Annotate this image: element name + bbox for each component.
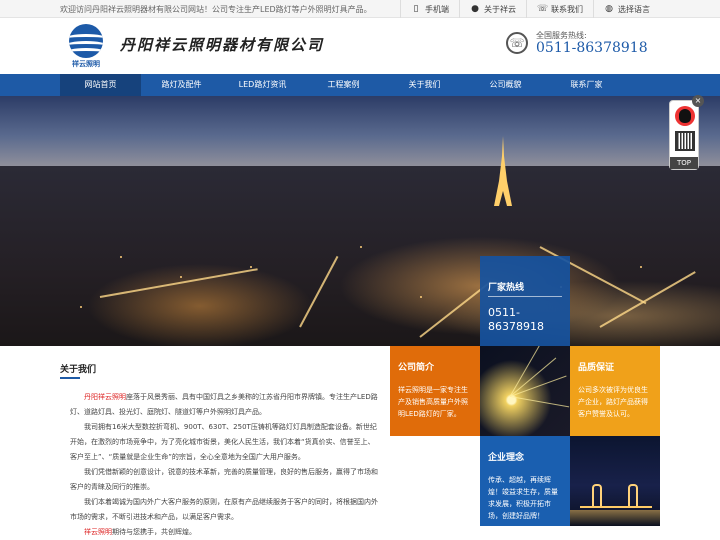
tile-title: 品质保证 bbox=[578, 363, 615, 373]
qq-chat-icon[interactable] bbox=[675, 106, 695, 126]
hotline-box-title: 厂家热线 bbox=[488, 283, 525, 293]
back-to-top-button[interactable]: TOP bbox=[670, 157, 698, 169]
bridge-icon bbox=[580, 482, 652, 508]
about-title: 关于我们 bbox=[60, 365, 97, 375]
about-paragraph: 我们凭借新颖的创意设计，锐意的技术革新，完善的质量管理，良好的售后服务，赢得了市… bbox=[70, 468, 378, 491]
top-link-label: 手机端 bbox=[425, 4, 449, 14]
phone-icon: ☏ bbox=[506, 32, 528, 54]
nav-item-about[interactable]: 关于我们 bbox=[384, 74, 465, 96]
nav-item-street-lights[interactable]: 路灯及配件 bbox=[141, 74, 222, 96]
top-link-contact[interactable]: ☏ 联系我们 bbox=[526, 0, 593, 18]
tile-spotlight-photo bbox=[480, 346, 570, 436]
globe-icon: ◍ bbox=[605, 4, 613, 14]
divider bbox=[488, 296, 562, 297]
users-icon: ● bbox=[471, 4, 479, 14]
company-name: 丹阳祥云照明器材有限公司 bbox=[120, 36, 325, 54]
floating-side-widget: TOP bbox=[669, 100, 699, 170]
company-highlight[interactable]: 祥云照明 bbox=[84, 528, 112, 536]
nav-item-projects[interactable]: 工程案例 bbox=[303, 74, 384, 96]
about-paragraph: 我司拥有16米大型数控折弯机、900T、630T、250T压铸机等路灯灯具制造配… bbox=[70, 423, 377, 461]
company-highlight[interactable]: 丹阳祥云照明 bbox=[84, 393, 126, 401]
about-paragraph: 我们本着竭诚为国内外广大客户服务的原则，在原有产品继续服务于客户的同时，将根据国… bbox=[70, 498, 378, 521]
top-link-language[interactable]: ◍ 选择语言 bbox=[593, 0, 660, 18]
top-bar: 欢迎访问丹阳祥云照明器材有限公司网站！公司专注生产LED路灯等户外照明灯具产品。… bbox=[0, 0, 720, 18]
hero-banner-image bbox=[0, 96, 720, 346]
logo-emblem-icon bbox=[69, 24, 103, 58]
about-paragraph: 祥云照明期待与您携手，共创辉煌。 bbox=[84, 528, 196, 536]
tile-title: 企业理念 bbox=[488, 453, 525, 463]
tile-text: 祥云照明是一家专注生产及销售高质量户外照明LED路灯的厂家。 bbox=[398, 386, 468, 418]
eiffel-tower-icon bbox=[493, 136, 513, 206]
top-link-about[interactable]: ● 关于祥云 bbox=[459, 0, 526, 18]
hotline-number: 0511-86378918 bbox=[536, 40, 648, 56]
nav-item-contact[interactable]: 联系厂家 bbox=[546, 74, 627, 96]
company-logo[interactable]: 祥云照明 bbox=[68, 24, 104, 68]
tile-corporate-concept[interactable]: 企业理念 传承、超越，再续辉煌！竣益求生存，质量求发展，积极开拓市场，创建好品牌… bbox=[480, 436, 570, 526]
tile-text: 传承、超越，再续辉煌！竣益求生存，质量求发展，积极开拓市场，创建好品牌！ bbox=[488, 476, 558, 520]
logo-text: 祥云照明 bbox=[72, 60, 100, 68]
title-underline bbox=[60, 377, 80, 379]
welcome-text: 欢迎访问丹阳祥云照明器材有限公司网站！公司专注生产LED路灯等户外照明灯具产品。 bbox=[60, 5, 372, 14]
about-section: 关于我们 丹阳祥云照明座落于风景秀丽、具有中国灯具之乡美称的江苏省丹阳市界牌镇。… bbox=[60, 346, 390, 540]
qr-code-icon[interactable] bbox=[675, 131, 695, 151]
tile-company-intro[interactable]: 公司简介 祥云照明是一家专注生产及销售高质量户外照明LED路灯的厂家。 bbox=[390, 346, 480, 436]
nav-item-led-news[interactable]: LED路灯资讯 bbox=[222, 74, 303, 96]
about-paragraph: 丹阳祥云照明座落于风景秀丽、具有中国灯具之乡美称的江苏省丹阳市界牌镇。专注生产L… bbox=[70, 393, 378, 416]
hotline-box-number: 0511-86378918 bbox=[488, 306, 544, 333]
phone-icon: ☏ bbox=[537, 4, 549, 14]
about-text: 丹阳祥云照明座落于风景秀丽、具有中国灯具之乡美称的江苏省丹阳市界牌镇。专注生产L… bbox=[70, 390, 380, 540]
top-link-label: 联系我们 bbox=[551, 4, 583, 14]
nav-item-home[interactable]: 网站首页 bbox=[60, 74, 141, 96]
main-nav: 网站首页 路灯及配件 LED路灯资讯 工程案例 关于我们 公司概貌 联系厂家 bbox=[0, 74, 720, 96]
mobile-icon: ▯ bbox=[413, 4, 419, 14]
nav-item-company-overview[interactable]: 公司概貌 bbox=[465, 74, 546, 96]
tile-text: 公司多次被评为优良生产企业，路灯产品获得客户赞誉及认可。 bbox=[578, 386, 648, 418]
top-link-label: 关于祥云 bbox=[484, 4, 516, 14]
top-links: ▯ 手机端 ● 关于祥云 ☏ 联系我们 ◍ 选择语言 bbox=[400, 0, 660, 18]
header-hotline: ☏ 全国服务热线: 0511-86378918 bbox=[506, 30, 666, 64]
top-link-mobile[interactable]: ▯ 手机端 bbox=[400, 0, 459, 18]
factory-hotline-box: 厂家热线 0511-86378918 bbox=[480, 256, 570, 346]
site-header: 祥云照明 丹阳祥云照明器材有限公司 ☏ 全国服务热线: 0511-8637891… bbox=[0, 18, 720, 74]
tile-title: 公司简介 bbox=[398, 363, 435, 373]
tile-bridge-photo bbox=[570, 436, 660, 526]
top-link-label: 选择语言 bbox=[618, 4, 650, 14]
side-widget-close-icon[interactable]: × bbox=[692, 95, 704, 107]
tile-quality-guarantee[interactable]: 品质保证 公司多次被评为优良生产企业，路灯产品获得客户赞誉及认可。 bbox=[570, 346, 660, 436]
